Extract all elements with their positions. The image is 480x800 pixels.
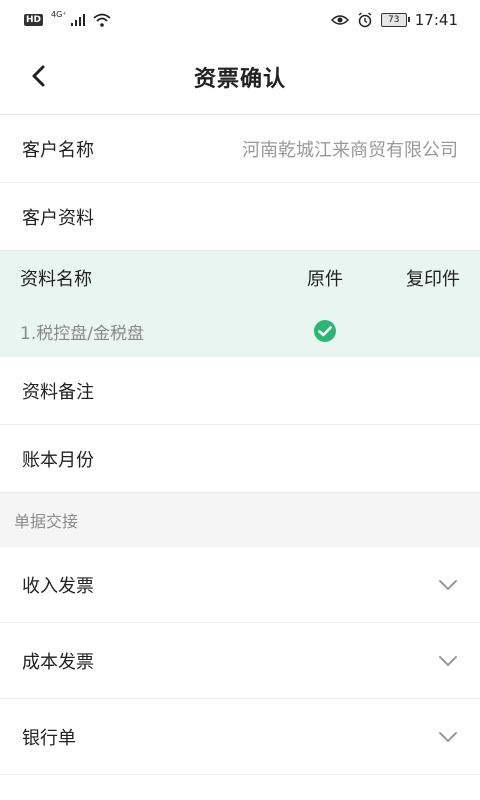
original-checkbox[interactable] <box>290 319 360 343</box>
eye-icon <box>330 15 349 25</box>
battery-icon: 73 <box>380 13 410 27</box>
account-month-row[interactable]: 账本月份 <box>0 425 480 493</box>
dropdown-label: 收入发票 <box>22 575 94 597</box>
customer-name-value: 河南乾城江来商贸有限公司 <box>242 139 458 161</box>
network-type: 4G⁺ <box>51 9 67 19</box>
dropdown-income-invoice[interactable]: 收入发票 <box>0 547 480 623</box>
status-left: HD 4G⁺ <box>24 9 111 27</box>
col-header-original: 原件 <box>307 269 343 290</box>
chevron-down-icon[interactable] <box>438 731 458 743</box>
chevron-down-icon[interactable] <box>438 655 458 667</box>
table-row: 1.税控盘/金税盘 <box>0 305 480 357</box>
status-right: 73 17:41 <box>330 11 458 29</box>
dropdown-label: 银行单 <box>22 727 76 749</box>
clock: 17:41 <box>414 11 458 29</box>
header: 资票确认 <box>0 40 480 115</box>
alarm-icon <box>358 12 372 28</box>
customer-name-label: 客户名称 <box>22 139 94 161</box>
check-circle-icon <box>314 320 336 342</box>
doc-name: 1.税控盘/金税盘 <box>20 323 144 344</box>
col-header-name: 资料名称 <box>20 269 92 290</box>
docs-table: 资料名称 原件 复印件 1.税控盘/金税盘 <box>0 251 480 357</box>
col-header-copy: 复印件 <box>406 269 460 290</box>
section-title: 单据交接 <box>0 493 480 547</box>
chevron-left-icon <box>32 65 45 87</box>
dropdown-label: 成本发票 <box>22 651 94 673</box>
customer-docs-label: 客户资料 <box>22 207 94 229</box>
wifi-icon <box>92 13 111 27</box>
hd-badge: HD <box>24 14 44 26</box>
docs-table-header: 资料名称 原件 复印件 <box>0 251 480 305</box>
signal-icon <box>70 14 85 26</box>
customer-name-row: 客户名称 河南乾城江来商贸有限公司 <box>0 115 480 183</box>
dropdown-cost-invoice[interactable]: 成本发票 <box>0 623 480 699</box>
customer-docs-row: 客户资料 <box>0 183 480 251</box>
dropdown-bank-slip[interactable]: 银行单 <box>0 699 480 775</box>
chevron-down-icon[interactable] <box>438 579 458 591</box>
back-button[interactable] <box>24 62 52 90</box>
doc-note-label: 资料备注 <box>22 381 94 403</box>
doc-note-row[interactable]: 资料备注 <box>0 357 480 425</box>
status-bar: HD 4G⁺ 73 17:41 <box>0 0 480 40</box>
page-title: 资票确认 <box>193 67 286 92</box>
account-month-label: 账本月份 <box>22 449 94 471</box>
